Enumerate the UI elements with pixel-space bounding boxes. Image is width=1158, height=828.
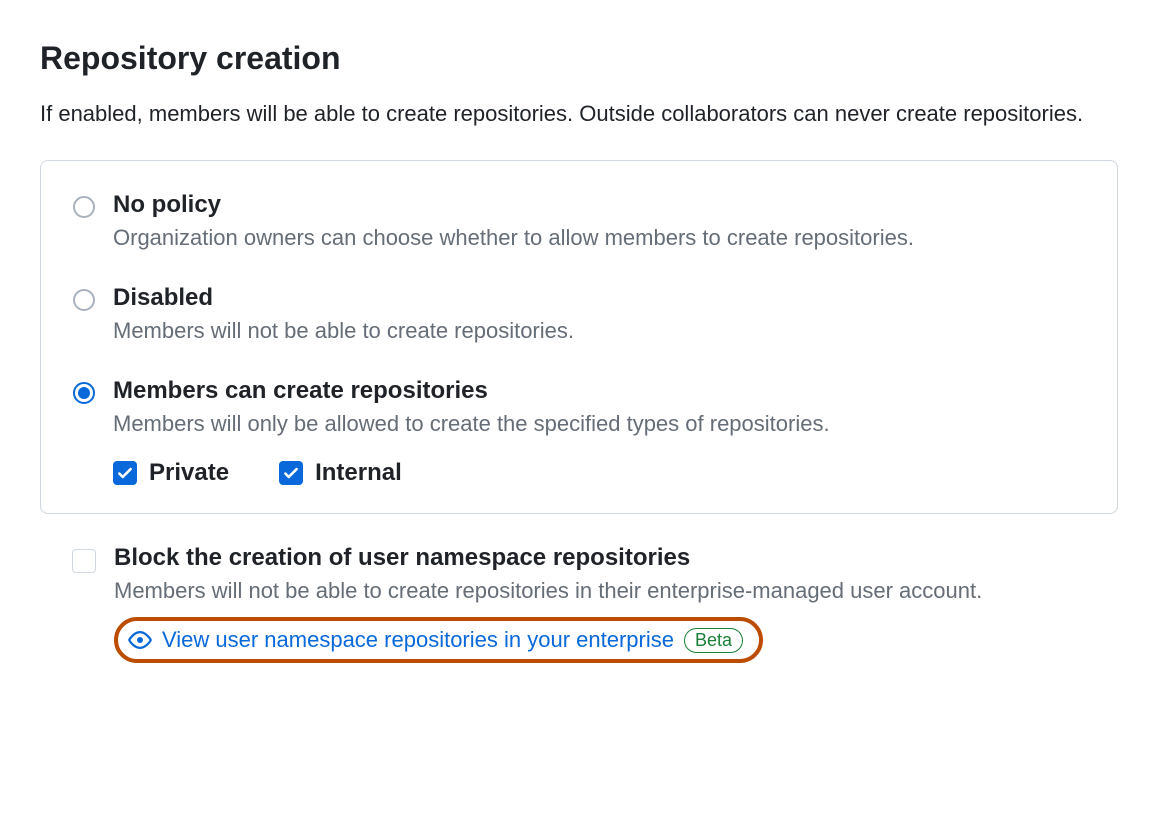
block-creation-section: Block the creation of user namespace rep… bbox=[40, 544, 1118, 663]
checkbox-private[interactable] bbox=[113, 461, 137, 485]
checkbox-label-internal: Internal bbox=[315, 459, 402, 487]
block-title: Block the creation of user namespace rep… bbox=[114, 544, 1118, 572]
checkbox-internal[interactable] bbox=[279, 461, 303, 485]
beta-badge: Beta bbox=[684, 628, 743, 653]
radio-option-members-can-create[interactable]: Members can create repositories Members … bbox=[73, 377, 1085, 488]
view-namespace-link[interactable]: View user namespace repositories in your… bbox=[162, 627, 674, 653]
radio-option-disabled[interactable]: Disabled Members will not be able to cre… bbox=[73, 284, 1085, 347]
option-desc-disabled: Members will not be able to create repos… bbox=[113, 316, 1085, 347]
section-description: If enabled, members will be able to crea… bbox=[40, 97, 1090, 130]
radio-input-no-policy[interactable] bbox=[73, 196, 95, 218]
checkbox-item-private[interactable]: Private bbox=[113, 459, 229, 487]
check-icon bbox=[282, 464, 300, 482]
checkbox-item-internal[interactable]: Internal bbox=[279, 459, 402, 487]
eye-icon bbox=[128, 628, 152, 652]
option-title-disabled: Disabled bbox=[113, 284, 1085, 312]
radio-input-members-can-create[interactable] bbox=[73, 382, 95, 404]
view-namespace-link-highlight: View user namespace repositories in your… bbox=[114, 617, 763, 663]
option-title-members-can-create: Members can create repositories bbox=[113, 377, 1085, 405]
option-title-no-policy: No policy bbox=[113, 191, 1085, 219]
policy-card: No policy Organization owners can choose… bbox=[40, 160, 1118, 514]
check-icon bbox=[116, 464, 134, 482]
radio-option-no-policy[interactable]: No policy Organization owners can choose… bbox=[73, 191, 1085, 254]
checkbox-label-private: Private bbox=[149, 459, 229, 487]
block-desc: Members will not be able to create repos… bbox=[114, 576, 1118, 607]
radio-input-disabled[interactable] bbox=[73, 289, 95, 311]
option-desc-no-policy: Organization owners can choose whether t… bbox=[113, 223, 1085, 254]
section-heading: Repository creation bbox=[40, 40, 1118, 77]
checkbox-block-creation[interactable] bbox=[72, 549, 96, 573]
option-desc-members-can-create: Members will only be allowed to create t… bbox=[113, 409, 1085, 440]
